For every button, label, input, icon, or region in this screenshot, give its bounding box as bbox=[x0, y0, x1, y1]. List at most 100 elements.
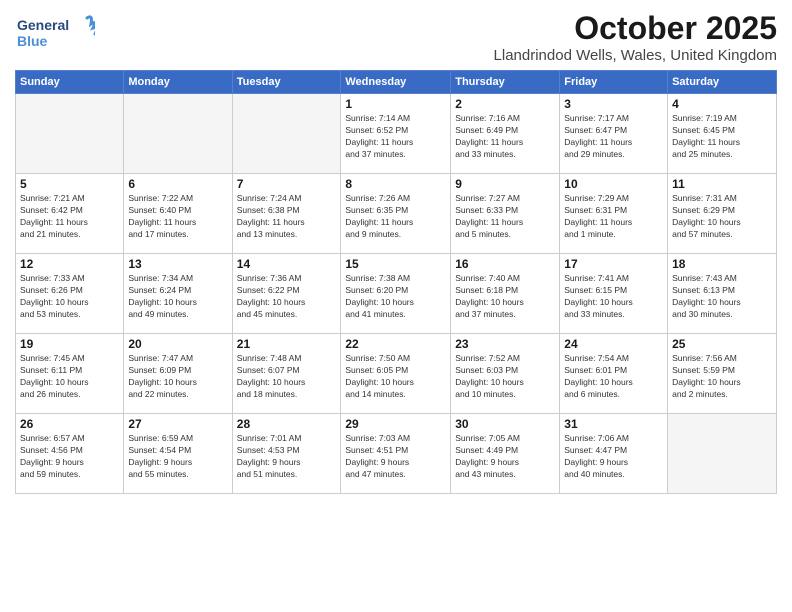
day-number: 26 bbox=[20, 417, 119, 431]
day-number: 11 bbox=[672, 177, 772, 191]
location-subtitle: Llandrindod Wells, Wales, United Kingdom bbox=[494, 47, 777, 64]
calendar-cell: 1 Sunrise: 7:14 AM Sunset: 6:52 PM Daylig… bbox=[341, 94, 451, 174]
day-number: 16 bbox=[455, 257, 555, 271]
day-number: 3 bbox=[564, 97, 663, 111]
week-row-5: 26 Sunrise: 6:57 AM Sunset: 4:56 PM Dayli… bbox=[16, 414, 777, 494]
day-number: 24 bbox=[564, 337, 663, 351]
calendar-cell: 25Sunrise: 7:56 AM Sunset: 5:59 PM Dayli… bbox=[668, 334, 777, 414]
day-number: 30 bbox=[455, 417, 555, 431]
day-info: Sunrise: 7:01 AM Sunset: 4:53 PM Dayligh… bbox=[237, 433, 337, 481]
day-number: 25 bbox=[672, 337, 772, 351]
day-info: Sunrise: 7:05 AM Sunset: 4:49 PM Dayligh… bbox=[455, 433, 555, 481]
weekday-header-friday: Friday bbox=[560, 71, 668, 94]
calendar-cell: 5Sunrise: 7:21 AM Sunset: 6:42 PM Daylig… bbox=[16, 174, 124, 254]
svg-text:Blue: Blue bbox=[17, 33, 48, 49]
day-info: Sunrise: 7:31 AM Sunset: 6:29 PM Dayligh… bbox=[672, 193, 772, 241]
day-info: Sunrise: 7:24 AM Sunset: 6:38 PM Dayligh… bbox=[237, 193, 337, 241]
calendar-cell: 23Sunrise: 7:52 AM Sunset: 6:03 PM Dayli… bbox=[451, 334, 560, 414]
weekday-header-sunday: Sunday bbox=[16, 71, 124, 94]
calendar-cell: 31 Sunrise: 7:06 AM Sunset: 4:47 PM Dayli… bbox=[560, 414, 668, 494]
calendar-cell: 24 Sunrise: 7:54 AM Sunset: 6:01 PM Dayli… bbox=[560, 334, 668, 414]
day-number: 31 bbox=[564, 417, 663, 431]
calendar-cell: 19Sunrise: 7:45 AM Sunset: 6:11 PM Dayli… bbox=[16, 334, 124, 414]
calendar-table: SundayMondayTuesdayWednesdayThursdayFrid… bbox=[15, 70, 777, 494]
calendar-cell bbox=[668, 414, 777, 494]
day-number: 22 bbox=[345, 337, 446, 351]
calendar-cell: 12Sunrise: 7:33 AM Sunset: 6:26 PM Dayli… bbox=[16, 254, 124, 334]
title-block: October 2025 Llandrindod Wells, Wales, U… bbox=[494, 10, 777, 64]
calendar-cell: 29 Sunrise: 7:03 AM Sunset: 4:51 PM Dayli… bbox=[341, 414, 451, 494]
day-info: Sunrise: 7:38 AM Sunset: 6:20 PM Dayligh… bbox=[345, 273, 446, 321]
month-year-title: October 2025 bbox=[494, 10, 777, 47]
week-row-2: 5Sunrise: 7:21 AM Sunset: 6:42 PM Daylig… bbox=[16, 174, 777, 254]
day-info: Sunrise: 7:19 AM Sunset: 6:45 PM Dayligh… bbox=[672, 113, 772, 161]
day-info: Sunrise: 7:27 AM Sunset: 6:33 PM Dayligh… bbox=[455, 193, 555, 241]
calendar-cell: 11 Sunrise: 7:31 AM Sunset: 6:29 PM Dayli… bbox=[668, 174, 777, 254]
day-info: Sunrise: 7:14 AM Sunset: 6:52 PM Dayligh… bbox=[345, 113, 446, 161]
day-info: Sunrise: 7:22 AM Sunset: 6:40 PM Dayligh… bbox=[128, 193, 227, 241]
header: General Blue October 2025 Llandrindod We… bbox=[15, 10, 777, 64]
calendar-cell: 2Sunrise: 7:16 AM Sunset: 6:49 PM Daylig… bbox=[451, 94, 560, 174]
day-info: Sunrise: 7:47 AM Sunset: 6:09 PM Dayligh… bbox=[128, 353, 227, 401]
calendar-cell: 22 Sunrise: 7:50 AM Sunset: 6:05 PM Dayli… bbox=[341, 334, 451, 414]
day-info: Sunrise: 6:59 AM Sunset: 4:54 PM Dayligh… bbox=[128, 433, 227, 481]
day-number: 10 bbox=[564, 177, 663, 191]
day-info: Sunrise: 7:43 AM Sunset: 6:13 PM Dayligh… bbox=[672, 273, 772, 321]
logo: General Blue bbox=[15, 10, 95, 60]
day-number: 4 bbox=[672, 97, 772, 111]
day-number: 18 bbox=[672, 257, 772, 271]
week-row-4: 19Sunrise: 7:45 AM Sunset: 6:11 PM Dayli… bbox=[16, 334, 777, 414]
weekday-header-thursday: Thursday bbox=[451, 71, 560, 94]
day-number: 20 bbox=[128, 337, 227, 351]
day-info: Sunrise: 7:54 AM Sunset: 6:01 PM Dayligh… bbox=[564, 353, 663, 401]
calendar-cell bbox=[124, 94, 232, 174]
day-number: 12 bbox=[20, 257, 119, 271]
calendar-cell: 20 Sunrise: 7:47 AM Sunset: 6:09 PM Dayli… bbox=[124, 334, 232, 414]
weekday-header-saturday: Saturday bbox=[668, 71, 777, 94]
calendar-cell bbox=[232, 94, 341, 174]
day-number: 27 bbox=[128, 417, 227, 431]
day-info: Sunrise: 7:17 AM Sunset: 6:47 PM Dayligh… bbox=[564, 113, 663, 161]
calendar-cell: 14Sunrise: 7:36 AM Sunset: 6:22 PM Dayli… bbox=[232, 254, 341, 334]
calendar-cell: 26 Sunrise: 6:57 AM Sunset: 4:56 PM Dayli… bbox=[16, 414, 124, 494]
weekday-header-monday: Monday bbox=[124, 71, 232, 94]
day-info: Sunrise: 7:34 AM Sunset: 6:24 PM Dayligh… bbox=[128, 273, 227, 321]
day-info: Sunrise: 7:26 AM Sunset: 6:35 PM Dayligh… bbox=[345, 193, 446, 241]
day-info: Sunrise: 7:41 AM Sunset: 6:15 PM Dayligh… bbox=[564, 273, 663, 321]
day-info: Sunrise: 7:06 AM Sunset: 4:47 PM Dayligh… bbox=[564, 433, 663, 481]
day-number: 1 bbox=[345, 97, 446, 111]
svg-text:General: General bbox=[17, 17, 69, 33]
day-number: 23 bbox=[455, 337, 555, 351]
day-info: Sunrise: 7:50 AM Sunset: 6:05 PM Dayligh… bbox=[345, 353, 446, 401]
week-row-1: 1 Sunrise: 7:14 AM Sunset: 6:52 PM Daylig… bbox=[16, 94, 777, 174]
day-info: Sunrise: 7:21 AM Sunset: 6:42 PM Dayligh… bbox=[20, 193, 119, 241]
calendar-cell: 6 Sunrise: 7:22 AM Sunset: 6:40 PM Daylig… bbox=[124, 174, 232, 254]
calendar-cell: 30 Sunrise: 7:05 AM Sunset: 4:49 PM Dayli… bbox=[451, 414, 560, 494]
day-number: 15 bbox=[345, 257, 446, 271]
day-number: 14 bbox=[237, 257, 337, 271]
day-info: Sunrise: 7:29 AM Sunset: 6:31 PM Dayligh… bbox=[564, 193, 663, 241]
day-info: Sunrise: 7:03 AM Sunset: 4:51 PM Dayligh… bbox=[345, 433, 446, 481]
calendar-cell bbox=[16, 94, 124, 174]
day-number: 7 bbox=[237, 177, 337, 191]
calendar-cell: 10 Sunrise: 7:29 AM Sunset: 6:31 PM Dayli… bbox=[560, 174, 668, 254]
calendar-cell: 9 Sunrise: 7:27 AM Sunset: 6:33 PM Daylig… bbox=[451, 174, 560, 254]
day-number: 29 bbox=[345, 417, 446, 431]
week-row-3: 12Sunrise: 7:33 AM Sunset: 6:26 PM Dayli… bbox=[16, 254, 777, 334]
day-number: 9 bbox=[455, 177, 555, 191]
day-number: 6 bbox=[128, 177, 227, 191]
calendar-cell: 7 Sunrise: 7:24 AM Sunset: 6:38 PM Daylig… bbox=[232, 174, 341, 254]
page-container: General Blue October 2025 Llandrindod We… bbox=[0, 0, 792, 504]
calendar-cell: 21Sunrise: 7:48 AM Sunset: 6:07 PM Dayli… bbox=[232, 334, 341, 414]
logo-svg: General Blue bbox=[15, 10, 95, 55]
calendar-cell: 13 Sunrise: 7:34 AM Sunset: 6:24 PM Dayli… bbox=[124, 254, 232, 334]
weekday-header-tuesday: Tuesday bbox=[232, 71, 341, 94]
day-number: 8 bbox=[345, 177, 446, 191]
day-number: 13 bbox=[128, 257, 227, 271]
logo-block: General Blue bbox=[15, 10, 95, 60]
calendar-cell: 4 Sunrise: 7:19 AM Sunset: 6:45 PM Daylig… bbox=[668, 94, 777, 174]
day-number: 2 bbox=[455, 97, 555, 111]
day-info: Sunrise: 7:45 AM Sunset: 6:11 PM Dayligh… bbox=[20, 353, 119, 401]
day-info: Sunrise: 7:40 AM Sunset: 6:18 PM Dayligh… bbox=[455, 273, 555, 321]
day-info: Sunrise: 6:57 AM Sunset: 4:56 PM Dayligh… bbox=[20, 433, 119, 481]
